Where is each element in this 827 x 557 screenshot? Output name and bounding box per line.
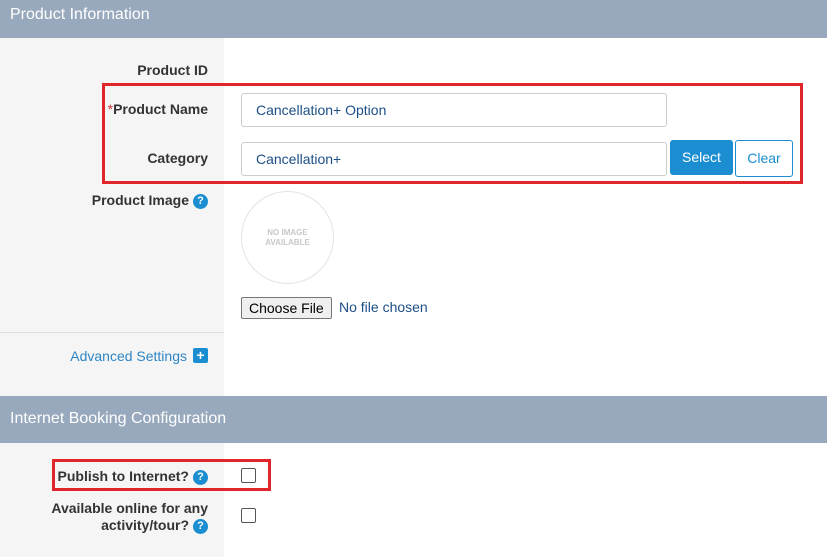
no-image-placeholder: NO IMAGE AVAILABLE (241, 191, 334, 284)
no-image-text: AVAILABLE (265, 237, 310, 247)
section-title: Internet Booking Configuration (10, 410, 227, 427)
highlight-box (102, 83, 803, 184)
product-image-label: Product Image? (92, 192, 208, 209)
plus-square-icon[interactable]: + (193, 348, 208, 363)
highlight-box (52, 459, 271, 491)
product-image-label-text: Product Image (91, 192, 189, 208)
question-circle-icon[interactable]: ? (193, 194, 208, 209)
product-id-label-text: Product ID (137, 62, 208, 78)
no-file-chosen-text: No file chosen (339, 299, 428, 315)
available-online-label-text: Available online for any (51, 500, 208, 516)
question-circle-icon[interactable]: ? (193, 519, 208, 534)
choose-file-button[interactable]: Choose File (241, 297, 332, 319)
product-information-header: Product Information (0, 0, 827, 38)
available-online-label-text: activity/tour? (101, 517, 189, 533)
advanced-settings-label: Advanced Settings (70, 348, 187, 364)
available-online-label: Available online for any activity/tour?? (51, 500, 208, 534)
available-online-checkbox[interactable] (241, 508, 256, 523)
no-image-text: NO IMAGE (267, 227, 308, 237)
section-title: Product Information (10, 6, 150, 23)
label-column (0, 333, 224, 396)
advanced-settings-link[interactable]: Advanced Settings (70, 348, 187, 364)
product-id-label: Product ID (137, 62, 208, 78)
internet-booking-header: Internet Booking Configuration (0, 396, 827, 443)
